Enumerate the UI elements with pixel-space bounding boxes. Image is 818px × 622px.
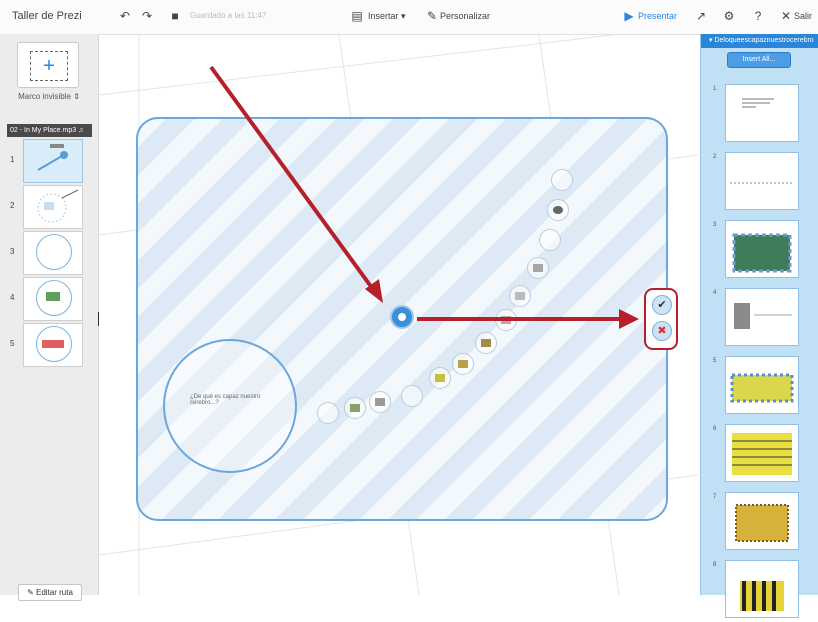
add-frame-button[interactable]: + [17, 42, 79, 88]
import-slide-number: 2 [713, 154, 717, 160]
app-title: Taller de Prezi [12, 10, 82, 22]
import-slide-number: 6 [713, 426, 717, 432]
import-slide[interactable] [725, 152, 799, 210]
pencil-icon: ✎ [426, 9, 438, 23]
import-slide-graphic [742, 98, 774, 108]
help-icon[interactable]: ? [751, 9, 765, 23]
slide-thumbnail[interactable] [23, 277, 83, 321]
import-slide-graphic [730, 182, 794, 184]
import-panel: ▾ Deloqueescapaznuestrocerebro Insert Al… [700, 34, 818, 618]
import-slide[interactable] [725, 424, 799, 482]
present-button[interactable]: Presentar [638, 11, 677, 21]
import-panel-title: Deloqueescapaznuestrocerebro [714, 37, 814, 44]
exit-button[interactable]: Salir [794, 11, 812, 21]
save-icon[interactable]: ■ [168, 9, 182, 23]
pencil-icon: ✎ [27, 588, 34, 597]
frame-type-selector[interactable]: Marco invisible ⇕ [0, 92, 98, 101]
cross-icon[interactable]: ✖ [652, 321, 672, 341]
import-slide-graphic [734, 303, 792, 329]
insert-all-button[interactable]: Insert All... [727, 52, 791, 68]
import-slide-number: 5 [713, 358, 717, 364]
thumb-circle [36, 234, 72, 270]
insert-icon: ▤ [351, 9, 363, 23]
slide-number: 2 [10, 201, 15, 210]
import-panel-header[interactable]: ▾ Deloqueescapaznuestrocerebro [701, 34, 818, 48]
thumb-graphic [42, 340, 64, 348]
import-slide-number: 3 [713, 222, 717, 228]
plus-icon: + [43, 55, 55, 77]
import-slide[interactable] [725, 84, 799, 142]
insert-label: Insertar [368, 11, 399, 21]
edit-path-button[interactable]: ✎ Editar ruta [18, 584, 82, 601]
path-sidebar: + Marco invisible ⇕ 02 - In My Place.mp3… [0, 34, 99, 601]
frame-outline: + [30, 51, 68, 81]
import-slide[interactable] [725, 560, 799, 618]
edit-path-label: Editar ruta [36, 588, 73, 597]
import-slide-graphic [735, 504, 789, 542]
import-slide[interactable] [725, 356, 799, 414]
slide-thumbnail[interactable] [23, 323, 83, 367]
thumb-graphic [37, 144, 68, 171]
saved-status: Guardado a las 11:47 [190, 11, 267, 20]
import-slide-graphic [732, 433, 792, 475]
import-slide-number: 4 [713, 290, 717, 296]
undo-icon[interactable]: ↶ [118, 9, 132, 23]
redo-icon[interactable]: ↷ [140, 9, 154, 23]
prezi-canvas[interactable]: ¿De qué es capaz nuestro cerebro...? ✔ ✖ [99, 35, 698, 595]
insert-menu-button[interactable]: Insertar ▾ [368, 11, 406, 22]
import-slide-graphic [740, 581, 784, 611]
slide-number: 1 [10, 155, 15, 164]
thumb-graphic [46, 292, 60, 301]
music-icon: ♫ [78, 127, 84, 134]
slide-number: 4 [10, 293, 15, 302]
gear-icon[interactable]: ⚙ [722, 9, 736, 23]
slide-number: 5 [10, 339, 15, 348]
share-icon[interactable]: ↗ [694, 9, 708, 23]
import-slide-number: 1 [713, 86, 717, 92]
slide-thumbnail[interactable] [23, 185, 83, 229]
confirm-cancel-group: ✔ ✖ [644, 288, 678, 350]
frame-type-label: Marco invisible [18, 92, 71, 101]
import-slide[interactable] [725, 492, 799, 550]
import-slide-number: 8 [713, 562, 717, 568]
top-toolbar: Taller de Prezi ↶ ↷ ■ Guardado a las 11:… [0, 0, 818, 35]
import-slide-graphic [730, 373, 794, 403]
check-icon[interactable]: ✔ [652, 295, 672, 315]
close-icon[interactable]: ✕ [779, 9, 793, 23]
slide-thumbnail[interactable] [23, 231, 83, 275]
thumb-graphic [37, 189, 79, 223]
play-icon: ▶ [624, 9, 634, 23]
import-slide-number: 7 [713, 494, 717, 500]
import-slide-graphic [732, 233, 792, 273]
slide-number: 3 [10, 247, 15, 256]
slide-thumbnail[interactable] [23, 139, 83, 183]
import-slide[interactable] [725, 288, 799, 346]
audio-track-label: 02 - In My Place.mp3 [10, 127, 77, 134]
annotation-arrows [209, 65, 639, 329]
customize-button[interactable]: Personalizar [440, 11, 490, 21]
audio-track-bar[interactable]: 02 - In My Place.mp3 ♫ [7, 124, 92, 137]
import-slide[interactable] [725, 220, 799, 278]
